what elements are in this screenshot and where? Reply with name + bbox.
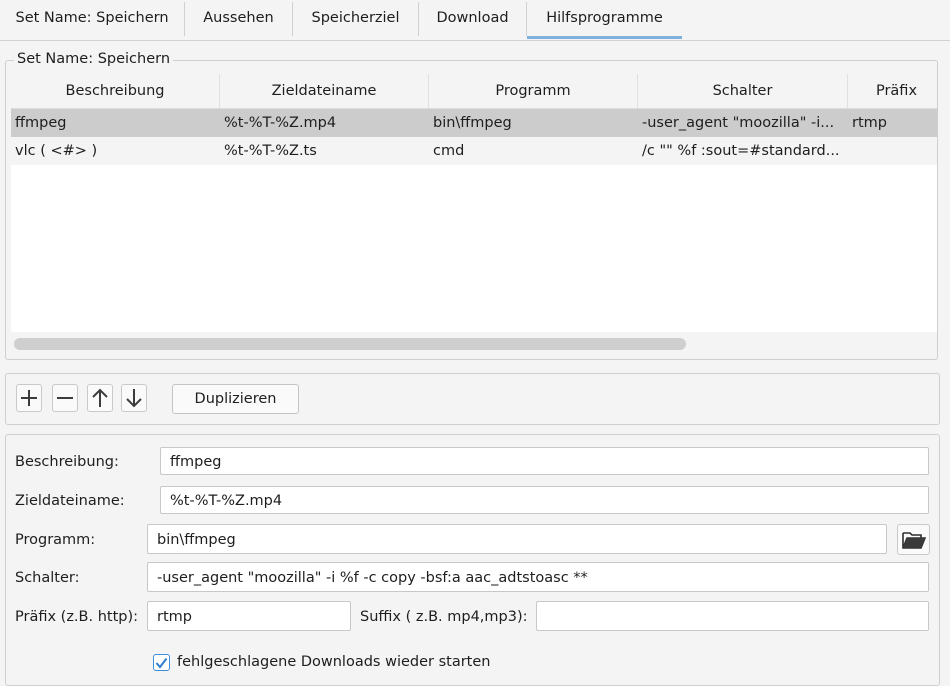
cell-praefix: rtmp <box>852 115 887 131</box>
cell-zieldateiname: %t-%T-%Z.ts <box>224 143 317 159</box>
zieldateiname-label: Zieldateiname: <box>15 493 125 509</box>
duplicate-button[interactable]: Duplizieren <box>172 384 299 414</box>
cell-schalter: /c "" %f :sout=#standard... <box>642 143 840 159</box>
details-form: Beschreibung: ffmpeg Zieldateiname: %t-%… <box>5 434 940 686</box>
suffix-input[interactable] <box>536 601 929 631</box>
minus-icon <box>57 397 73 399</box>
set-legend: Set Name: Speichern <box>14 51 174 67</box>
tab-hilfsprogramme[interactable]: Hilfsprogramme <box>527 0 682 39</box>
beschreibung-label: Beschreibung: <box>15 454 119 470</box>
row-toolbar: Duplizieren <box>5 373 940 425</box>
tab-aussehen[interactable]: Aussehen <box>185 0 292 38</box>
remove-button[interactable] <box>52 384 78 412</box>
tab-download[interactable]: Download <box>419 0 526 38</box>
beschreibung-input[interactable]: ffmpeg <box>160 447 929 475</box>
zieldateiname-input[interactable]: %t-%T-%Z.mp4 <box>160 486 929 514</box>
cell-praefix <box>848 137 937 165</box>
tab-speicherziel[interactable]: Speicherziel <box>293 0 418 38</box>
column-header-schalter[interactable]: Schalter <box>638 74 848 108</box>
move-down-button[interactable] <box>121 384 147 412</box>
cell-beschreibung: vlc ( <#> ) <box>15 143 98 159</box>
cell-programm: bin\ffmpeg <box>433 115 512 131</box>
column-header-praefix[interactable]: Präfix <box>848 74 937 108</box>
table-row[interactable]: ffmpeg %t-%T-%Z.mp4 bin\ffmpeg -user_age… <box>11 109 937 137</box>
scrollbar-thumb[interactable] <box>14 338 686 350</box>
folder-open-icon <box>901 531 926 549</box>
schalter-input[interactable]: -user_agent "moozilla" -i %f -c copy -bs… <box>147 562 929 592</box>
helper-programs-table[interactable]: Beschreibung Zieldateiname Programm Scha… <box>11 74 937 356</box>
browse-program-button[interactable] <box>897 524 930 555</box>
cell-beschreibung: ffmpeg <box>15 115 67 131</box>
cell-programm: cmd <box>433 143 465 159</box>
schalter-label: Schalter: <box>15 570 80 586</box>
programm-label: Programm: <box>15 532 96 548</box>
horizontal-scrollbar[interactable] <box>11 332 937 356</box>
praefix-label: Präfix (z.B. http): <box>15 609 139 625</box>
table-row[interactable]: vlc ( <#> ) %t-%T-%Z.ts cmd /c "" %f :so… <box>11 137 937 165</box>
praefix-input[interactable]: rtmp <box>147 601 351 631</box>
arrow-down-icon <box>126 389 142 408</box>
tab-bar: Set Name: Speichern Aussehen Speicherzie… <box>0 0 950 41</box>
column-header-zieldateiname[interactable]: Zieldateiname <box>220 74 429 108</box>
table-header: Beschreibung Zieldateiname Programm Scha… <box>11 74 937 109</box>
column-header-programm[interactable]: Programm <box>429 74 638 108</box>
suffix-label: Suffix ( z.B. mp4,mp3): <box>360 609 528 625</box>
restart-downloads-checkbox[interactable] <box>153 654 170 671</box>
cell-schalter: -user_agent "moozilla" -i... <box>642 115 835 131</box>
arrow-up-icon <box>92 388 108 407</box>
move-up-button[interactable] <box>87 384 113 412</box>
programm-input[interactable]: bin\ffmpeg <box>147 524 887 554</box>
checkmark-icon <box>155 657 168 669</box>
cell-zieldateiname: %t-%T-%Z.mp4 <box>224 115 337 131</box>
plus-icon <box>21 390 37 406</box>
restart-downloads-label[interactable]: fehlgeschlagene Downloads wieder starten <box>177 654 490 670</box>
column-header-beschreibung[interactable]: Beschreibung <box>11 74 220 108</box>
add-button[interactable] <box>16 384 42 412</box>
tab-set-name[interactable]: Set Name: Speichern <box>0 0 184 38</box>
